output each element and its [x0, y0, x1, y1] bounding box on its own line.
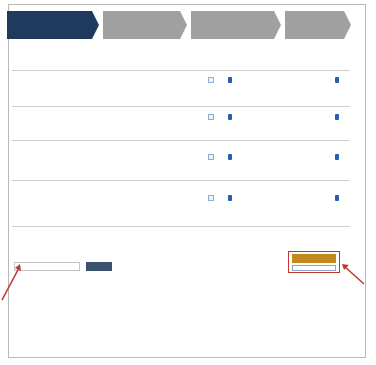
trash-icon[interactable] [228, 154, 232, 160]
annotation-arrow-icon [342, 264, 365, 285]
table-row [12, 155, 350, 165]
quantity-stepper[interactable] [208, 114, 214, 120]
trash-icon[interactable] [335, 77, 339, 83]
apply-promo-button[interactable] [86, 262, 112, 271]
divider [12, 140, 350, 141]
quantity-stepper[interactable] [208, 154, 214, 160]
annotation-arrow-icon [1, 264, 21, 301]
quantity-stepper[interactable] [208, 77, 214, 83]
divider [12, 70, 350, 71]
trash-icon[interactable] [228, 195, 232, 201]
step-4 [285, 11, 351, 39]
trash-icon[interactable] [335, 154, 339, 160]
divider [12, 106, 350, 107]
trash-icon[interactable] [228, 77, 232, 83]
trash-icon[interactable] [335, 114, 339, 120]
table-row [12, 196, 350, 210]
cart-table-header [12, 52, 350, 64]
checkout-steps [7, 11, 351, 39]
table-row [12, 115, 350, 125]
quantity-stepper[interactable] [208, 195, 214, 201]
step-2 [103, 11, 187, 39]
trash-icon[interactable] [335, 195, 339, 201]
table-row [12, 78, 350, 92]
divider [12, 180, 350, 181]
checkout-button[interactable] [292, 254, 336, 263]
divider [12, 226, 350, 227]
promo-code-input[interactable] [14, 262, 80, 271]
step-1 [7, 11, 99, 39]
trash-icon[interactable] [228, 114, 232, 120]
continue-shopping-button[interactable] [292, 265, 336, 271]
step-3 [191, 11, 281, 39]
